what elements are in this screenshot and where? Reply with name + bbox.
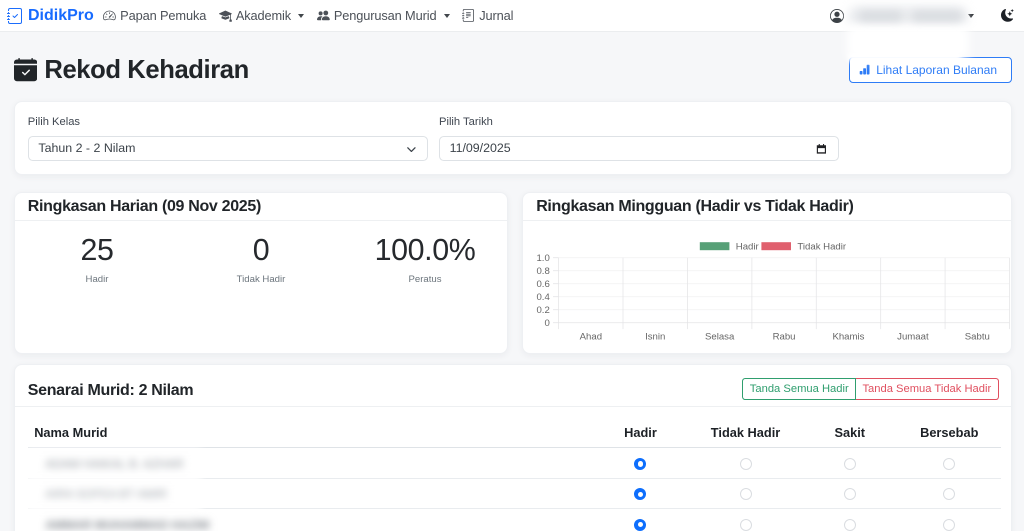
svg-text:0: 0 [544, 318, 549, 329]
svg-text:1.0: 1.0 [536, 253, 549, 264]
svg-text:Jumaat: Jumaat [897, 331, 929, 342]
svg-text:0.2: 0.2 [536, 305, 549, 316]
svg-text:Sabtu: Sabtu [965, 331, 990, 342]
svg-text:Hadir: Hadir [736, 241, 760, 252]
svg-text:Khamis: Khamis [832, 331, 864, 342]
svg-text:0.6: 0.6 [536, 279, 549, 290]
svg-text:Ahad: Ahad [580, 331, 602, 342]
svg-text:0.4: 0.4 [536, 292, 550, 303]
svg-text:Selasa: Selasa [705, 331, 735, 342]
svg-text:Isnin: Isnin [645, 331, 665, 342]
svg-text:Tidak Hadir: Tidak Hadir [797, 241, 846, 252]
svg-text:Rabu: Rabu [773, 331, 796, 342]
svg-text:0.8: 0.8 [536, 266, 549, 277]
